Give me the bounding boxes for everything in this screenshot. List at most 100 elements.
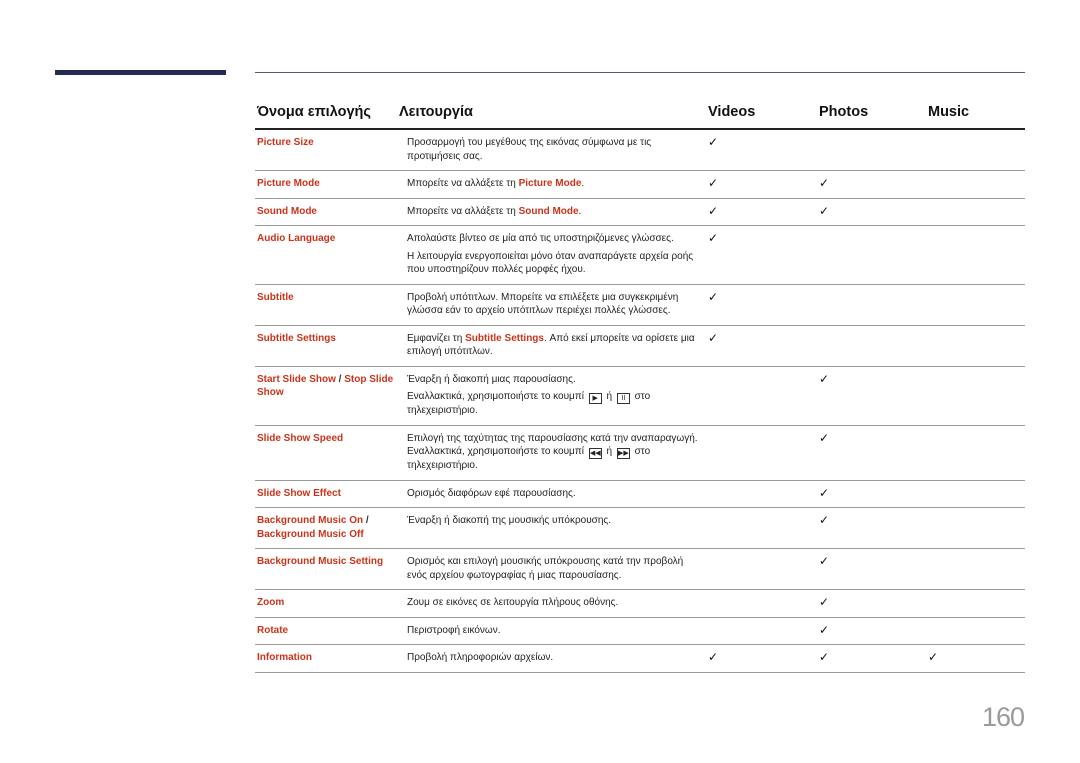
highlighted-option: Picture Mode (518, 178, 582, 189)
option-name: Slide Show Speed (257, 432, 344, 444)
description-text: . (578, 205, 582, 217)
option-name: Start Slide Show / Stop Slide Show (255, 373, 407, 418)
option-name: Picture Mode (257, 178, 320, 189)
videos-check-icon: ✓ (708, 231, 719, 245)
videos-check-icon (700, 373, 809, 418)
table-row: Background Music On / Background Music O… (255, 508, 1025, 549)
table-row: Slide Show Effect Ορισμός διαφόρων εφέ π… (255, 481, 1025, 508)
description-note: Η λειτουργία ενεργοποιείται μόνο όταν αν… (407, 250, 694, 276)
description-text: . (581, 178, 585, 189)
videos-check-icon: ✓ (708, 176, 719, 190)
option-name: Picture Size (257, 137, 314, 148)
page-number: 160 (981, 702, 1025, 732)
header-videos: Videos (708, 104, 756, 120)
option-name: Information (257, 652, 312, 663)
videos-check-icon: ✓ (708, 650, 719, 664)
table-row: Zoom Ζουμ σε εικόνες σε λειτουργία πλήρο… (255, 590, 1025, 618)
photos-check-icon: ✓ (819, 485, 830, 500)
description-text: Επιλογή της ταχύτητας της παρουσίασης κα… (407, 432, 698, 458)
music-check-icon: ✓ (928, 650, 939, 664)
description-text: Εναλλακτικά, χρησιμοποιήστε το κουμπί (407, 391, 587, 402)
description-text: ή (603, 446, 615, 457)
photos-check-icon (809, 136, 918, 163)
music-check-icon (918, 373, 1025, 418)
table-row: Audio Language Απολαύστε βίντεο σε μία α… (255, 226, 1025, 285)
photos-check-icon (809, 291, 918, 318)
photos-check-icon: ✓ (819, 513, 830, 527)
description-text: Ζουμ σε εικόνες σε λειτουργία πλήρους οθ… (407, 597, 619, 608)
fast-forward-button-icon: ▶▶ (616, 448, 630, 459)
option-name-start: Start Slide Show (257, 373, 336, 385)
highlighted-option: Sound Mode (518, 205, 579, 217)
music-check-icon (918, 136, 1025, 163)
videos-check-icon (700, 555, 809, 582)
music-check-icon (918, 624, 1025, 638)
photos-check-icon (809, 332, 918, 359)
name-separator: / (363, 515, 369, 526)
table-row: Rotate Περιστροφή εικόνων. ✓ (255, 618, 1025, 645)
photos-check-icon: ✓ (819, 371, 830, 386)
description-text: Μπορείτε να αλλάξετε τη (407, 205, 519, 217)
photos-check-icon: ✓ (819, 430, 830, 445)
photos-check-icon: ✓ (819, 554, 830, 568)
photos-check-icon: ✓ (819, 176, 830, 190)
table-row: Subtitle Settings Εμφανίζει τη Subtitle … (255, 326, 1025, 367)
description-text: Ορισμός και επιλογή μουσικής υπόκρουσης … (407, 556, 684, 581)
description-text: Περιστροφή εικόνων. (407, 624, 501, 636)
option-description: Ορισμός διαφόρων εφέ παρουσίασης. (407, 487, 700, 501)
option-name: Audio Language (257, 233, 336, 244)
option-name: Subtitle Settings (257, 332, 336, 344)
header-option-name: Όνομα επιλογής (257, 104, 371, 120)
rewind-button-icon: ◀◀ (588, 448, 602, 459)
description-text: Έναρξη ή διακοπή της μουσικής υπόκρουσης… (407, 515, 612, 526)
option-description: Περιστροφή εικόνων. (407, 624, 700, 638)
option-description: Έναρξη ή διακοπή της μουσικής υπόκρουσης… (407, 514, 700, 541)
videos-check-icon: ✓ (708, 203, 719, 218)
option-description: Προβολή πληροφοριών αρχείων. (407, 651, 700, 665)
description-text: Προβολή πληροφοριών αρχείων. (407, 652, 554, 663)
videos-check-icon (700, 487, 809, 501)
description-text: Προσαρμογή του μεγέθους της εικόνας σύμφ… (407, 137, 652, 162)
photos-check-icon: ✓ (819, 622, 830, 637)
options-table: Όνομα επιλογής Λειτουργία Videos Photos … (255, 96, 1025, 673)
videos-check-icon: ✓ (708, 330, 719, 345)
pause-button-icon: II (616, 393, 630, 404)
videos-check-icon (700, 514, 809, 541)
table-header: Όνομα επιλογής Λειτουργία Videos Photos … (255, 96, 1025, 130)
description-text: Απολαύστε βίντεο σε μία από τις υποστηρι… (407, 233, 674, 244)
music-check-icon (918, 555, 1025, 582)
description-text: ή (603, 391, 615, 402)
option-name: Background Music Setting (257, 556, 384, 567)
music-check-icon (918, 514, 1025, 541)
photos-check-icon: ✓ (819, 595, 830, 609)
option-name: Slide Show Effect (257, 487, 341, 499)
music-check-icon (918, 232, 1025, 277)
table-row: Sound Mode Μπορείτε να αλλάξετε τη Sound… (255, 199, 1025, 226)
option-description: Μπορείτε να αλλάξετε τη Picture Mode. (407, 177, 700, 191)
option-name: Zoom (257, 597, 285, 608)
header-music: Music (928, 104, 970, 120)
music-check-icon (918, 205, 1025, 219)
music-check-icon (918, 487, 1025, 501)
option-description: Ορισμός και επιλογή μουσικής υπόκρουσης … (407, 555, 700, 582)
videos-check-icon: ✓ (708, 135, 719, 149)
section-marker-bar (55, 70, 226, 75)
table-row: Start Slide Show / Stop Slide Show Έναρξ… (255, 367, 1025, 426)
description-text: Ορισμός διαφόρων εφέ παρουσίασης. (407, 487, 576, 499)
table-row: Picture Mode Μπορείτε να αλλάξετε τη Pic… (255, 171, 1025, 199)
description-text: Εμφανίζει τη (407, 332, 466, 344)
option-name-on: Background Music On (257, 515, 364, 526)
description-text: Έναρξη ή διακοπή μιας παρουσίασης. (407, 373, 576, 385)
option-name-off: Background Music Off (257, 528, 364, 540)
header-function: Λειτουργία (399, 104, 473, 120)
videos-check-icon: ✓ (708, 289, 719, 304)
option-description: Επιλογή της ταχύτητας της παρουσίασης κα… (407, 432, 700, 473)
music-check-icon (918, 332, 1025, 359)
top-divider (255, 72, 1025, 73)
option-description: Απολαύστε βίντεο σε μία από τις υποστηρι… (407, 232, 700, 277)
option-name: Subtitle (257, 291, 294, 303)
description-text: Προβολή υπότιτλων. Μπορείτε να επιλέξετε… (407, 291, 679, 317)
music-check-icon (918, 432, 1025, 473)
table-row: Background Music Setting Ορισμός και επι… (255, 549, 1025, 590)
music-check-icon (918, 177, 1025, 191)
